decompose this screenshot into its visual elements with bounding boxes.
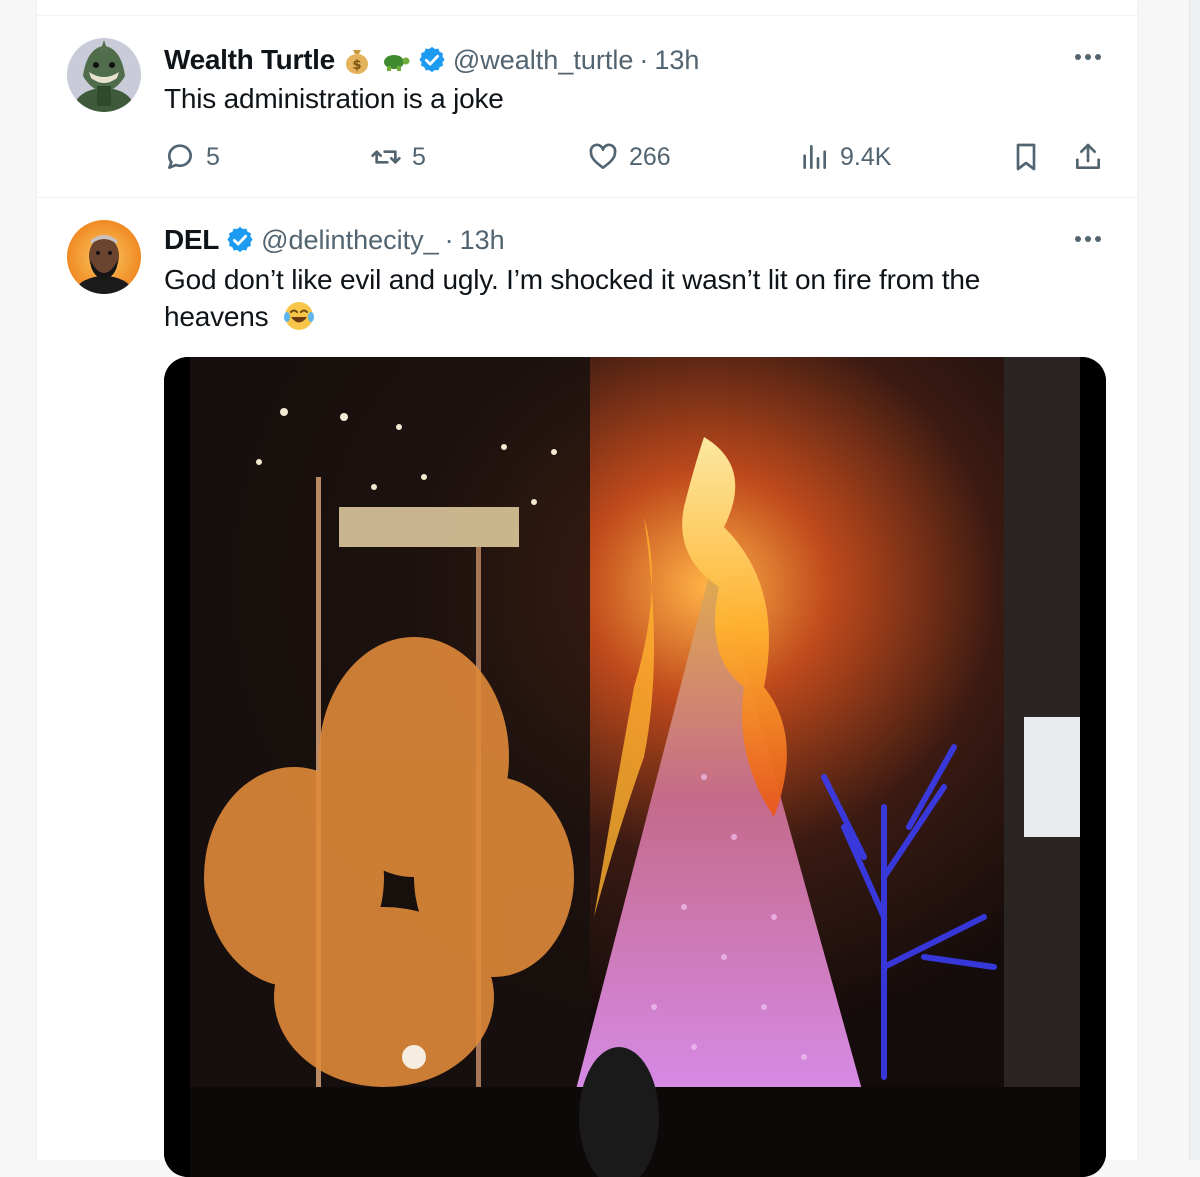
tears-of-joy-icon <box>284 302 315 330</box>
avatar[interactable] <box>67 220 141 294</box>
avatar[interactable] <box>67 38 141 112</box>
timeline: Wealth Turtle $ @wealth_turtle · 13h Thi… <box>36 0 1138 1177</box>
tweet-text: This administration is a joke <box>164 83 504 114</box>
reply-button[interactable]: 5 <box>164 141 220 173</box>
tweet-header: DEL @delinthecity_ · 13h <box>164 220 505 260</box>
share-button[interactable] <box>1072 141 1114 173</box>
svg-text:$: $ <box>352 58 361 73</box>
bookmark-button[interactable] <box>1010 141 1052 173</box>
bookmark-icon <box>1016 143 1036 171</box>
like-button[interactable]: 266 <box>587 141 671 173</box>
analytics-icon <box>803 145 826 169</box>
tweet-media-video[interactable] <box>164 357 1106 1177</box>
repost-count: 5 <box>412 142 426 171</box>
like-count: 266 <box>629 142 671 171</box>
user-handle[interactable]: @wealth_turtle <box>453 45 634 76</box>
scrollbar-track[interactable] <box>1189 0 1200 1160</box>
views-button[interactable]: 9.4K <box>798 141 891 173</box>
more-options-icon[interactable] <box>1071 40 1105 74</box>
share-icon <box>1076 143 1100 169</box>
repost-icon <box>371 150 401 164</box>
reply-count: 5 <box>206 142 220 171</box>
separator: · <box>639 44 649 75</box>
separator: · <box>444 224 454 255</box>
more-options-icon[interactable] <box>1071 222 1105 256</box>
burning-christmas-tree-image <box>164 357 1106 1177</box>
verified-badge-icon[interactable] <box>225 225 255 255</box>
verified-badge-icon[interactable] <box>417 45 447 75</box>
money-bag-icon: $ <box>345 50 368 74</box>
tweet-wealth-turtle[interactable]: Wealth Turtle $ @wealth_turtle · 13h Thi… <box>37 16 1137 197</box>
heart-icon <box>589 143 617 169</box>
timestamp[interactable]: 13h <box>654 45 699 76</box>
display-name[interactable]: DEL <box>164 224 219 256</box>
tweet-actions: 5 5 266 9.4K <box>164 137 1108 177</box>
display-name[interactable]: Wealth Turtle <box>164 44 335 76</box>
repost-button[interactable]: 5 <box>370 141 426 173</box>
reply-icon <box>168 144 192 169</box>
turtle-icon <box>383 55 410 71</box>
tweet-text-wrap: God don’t like evil and ugly. I’m shocke… <box>164 261 1064 335</box>
timestamp[interactable]: 13h <box>460 225 505 256</box>
view-count: 9.4K <box>840 142 892 171</box>
user-handle[interactable]: @delinthecity_ <box>261 225 439 256</box>
tweet-header: Wealth Turtle $ @wealth_turtle · 13h <box>164 40 699 80</box>
